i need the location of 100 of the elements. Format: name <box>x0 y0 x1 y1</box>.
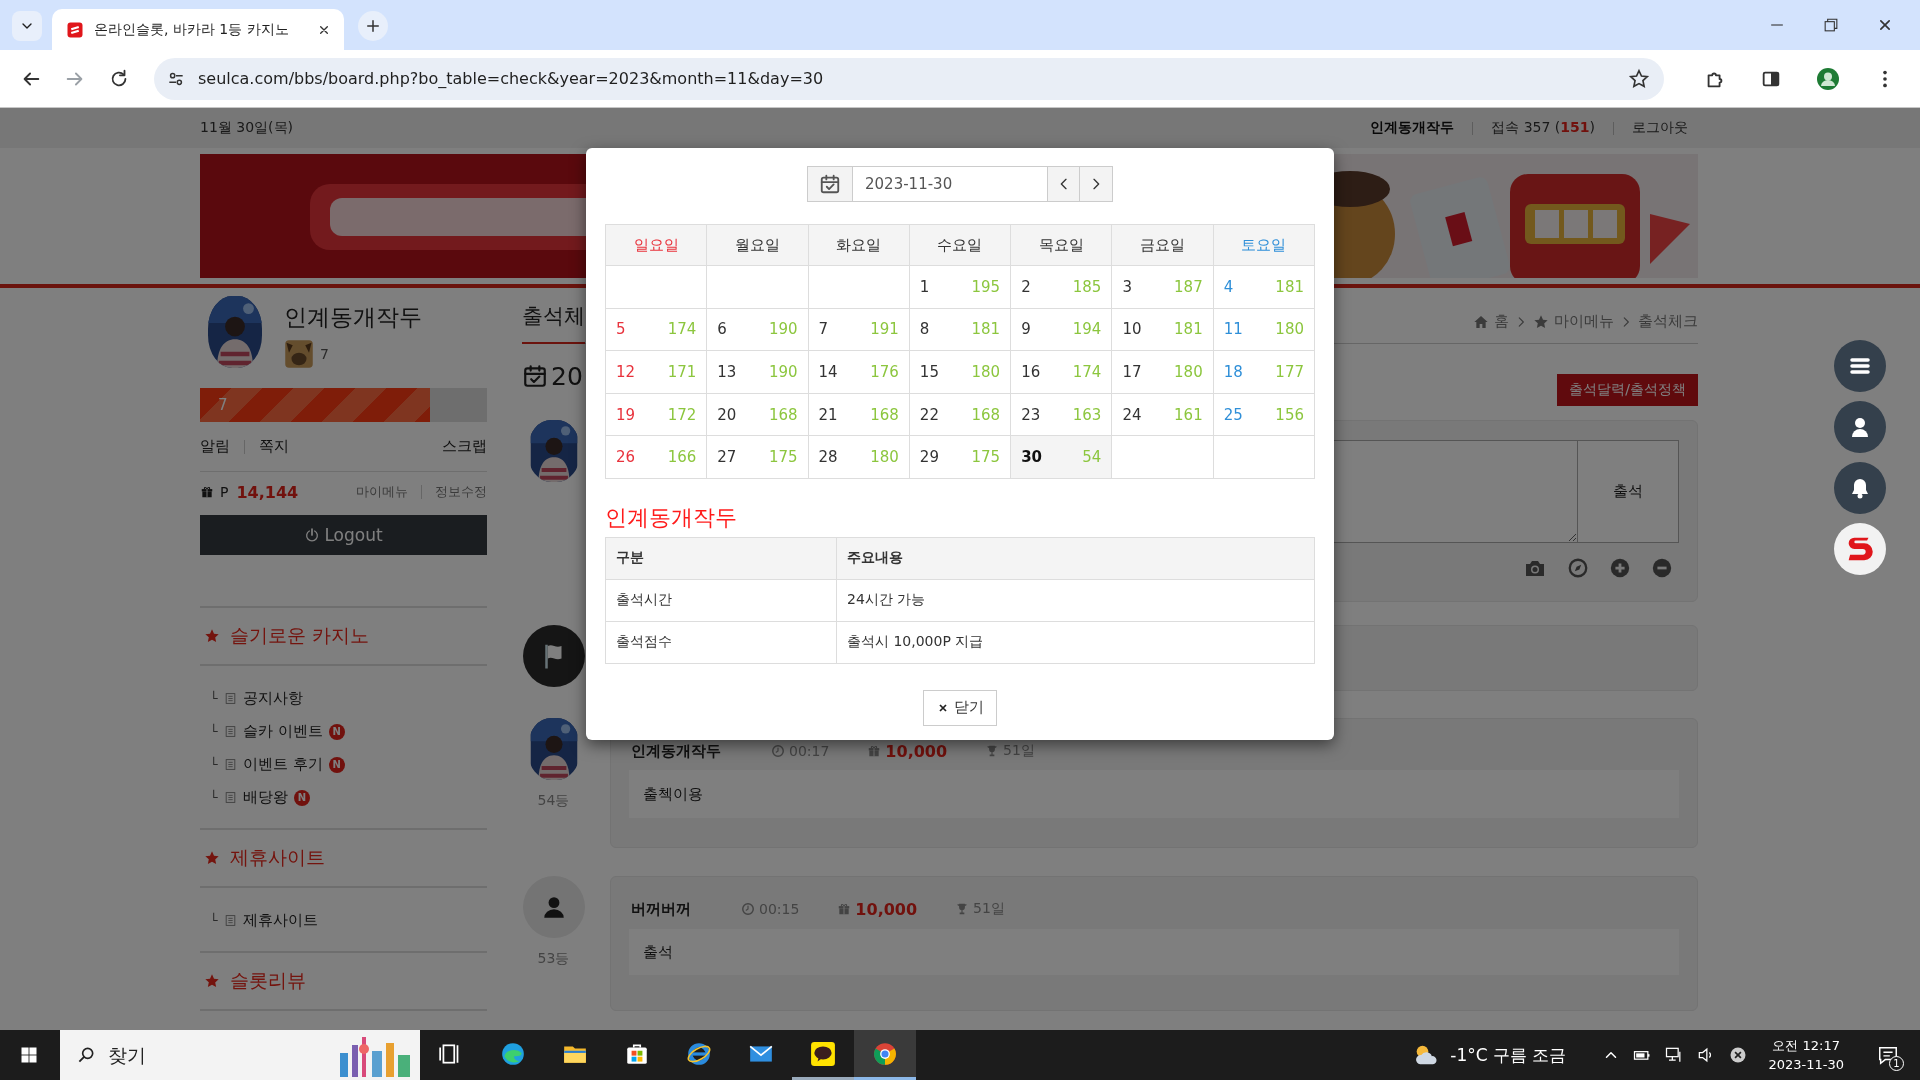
close-icon <box>936 701 949 714</box>
date-field[interactable]: 2023-11-30 <box>853 166 1047 202</box>
calendar-cell[interactable]: 12 171 <box>605 350 707 394</box>
calendar-cell[interactable]: 26 166 <box>605 435 707 479</box>
attendance-count: 166 <box>667 448 697 467</box>
day-number: 20 <box>717 405 737 424</box>
new-tab-button[interactable] <box>358 11 388 41</box>
calendar-cell[interactable]: 28 180 <box>808 435 910 479</box>
attendance-count: 185 <box>1072 277 1102 296</box>
calendar-cell[interactable]: 19 172 <box>605 393 707 436</box>
taskbar-button[interactable] <box>854 1030 916 1080</box>
calendar-cell[interactable]: 27 175 <box>706 435 809 479</box>
search-input[interactable]: 찾기 <box>106 1043 320 1067</box>
menu-item[interactable]: 공지사항 <box>242 689 303 708</box>
browser-tab[interactable]: 온라인슬롯, 바카라 1등 카지노 <box>52 9 344 50</box>
menu-item[interactable]: 슬카 이벤트 <box>242 722 323 741</box>
avatar-icon[interactable] <box>1816 66 1840 91</box>
calendar-cell[interactable]: 24 161 <box>1111 393 1214 436</box>
calendar-button[interactable] <box>807 166 853 202</box>
calendar-cell[interactable]: 23 163 <box>1010 393 1112 436</box>
logo-button[interactable] <box>1834 523 1886 575</box>
policy-button[interactable]: 출석달력/출석정책 <box>1557 374 1698 406</box>
submit-button[interactable]: 출석 <box>1578 440 1679 543</box>
weather-text[interactable]: -1°C 구름 조금 <box>1450 1043 1567 1067</box>
menu-item[interactable]: 이벤트 후기 <box>242 755 323 774</box>
calendar-cell[interactable]: 8 181 <box>909 308 1011 351</box>
logout-link[interactable]: 로그아웃 <box>1632 119 1688 137</box>
calendar-cell[interactable]: 22 168 <box>909 393 1011 436</box>
visitor-count: 접속 357 (151) <box>1491 119 1595 137</box>
level-badge-icon <box>284 339 314 369</box>
attendance-count: 194 <box>1072 320 1102 339</box>
calendar-cell[interactable]: 13 190 <box>706 350 809 394</box>
profile-link[interactable]: 쪽지 <box>259 437 289 456</box>
home-icon <box>1473 313 1489 330</box>
calendar-cell[interactable]: 1 195 <box>909 265 1011 309</box>
day-number: 30 <box>1021 448 1042 467</box>
search-icon[interactable] <box>76 1045 96 1065</box>
document-icon <box>223 758 237 771</box>
calendar-cell[interactable]: 7 191 <box>808 308 910 351</box>
calendar-cell[interactable]: 20 168 <box>706 393 809 436</box>
browser-icon <box>872 1040 898 1067</box>
notification-icon[interactable] <box>1877 1044 1899 1066</box>
bell-button[interactable] <box>1834 462 1886 514</box>
tree-branch: └ <box>210 913 218 928</box>
attendance-count: 174 <box>667 320 697 339</box>
calendar-cell[interactable]: 16 174 <box>1010 350 1112 394</box>
calendar-cell[interactable]: 29 175 <box>909 435 1011 479</box>
attendance-count: 54 <box>1082 448 1102 467</box>
attendance-count: 163 <box>1072 405 1102 424</box>
calendar-cell[interactable]: 21 168 <box>808 393 910 436</box>
document-icon <box>223 725 237 738</box>
day-number: 19 <box>616 405 636 424</box>
calendar-cell[interactable]: 5 174 <box>605 308 707 351</box>
calendar-cell[interactable]: 4 181 <box>1213 265 1315 309</box>
search-field[interactable]: 찾기 <box>60 1030 420 1080</box>
logout-button[interactable]: Logout <box>200 515 487 555</box>
scrap-link[interactable]: 스크랩 <box>442 437 487 456</box>
points-value: 10,000 <box>885 741 948 761</box>
day-number: 12 <box>616 363 636 381</box>
date-text: 11월 30일(목) <box>200 119 293 137</box>
day-number: 26 <box>616 448 636 467</box>
profile-name: 인계동개작두 <box>284 303 422 332</box>
menu-item[interactable]: 배당왕 <box>242 788 288 807</box>
plus-icon[interactable] <box>1609 557 1631 579</box>
day-number: 15 <box>919 363 939 381</box>
bookmark-star-icon[interactable] <box>1628 67 1650 90</box>
calendar-cell[interactable]: 18 177 <box>1213 350 1315 394</box>
clock-time[interactable]: 오전 12:17 <box>1772 1036 1840 1055</box>
calendar-cell[interactable]: 3 187 <box>1111 265 1214 309</box>
trophy-icon <box>985 744 1000 758</box>
calendar-cell[interactable]: 9 194 <box>1010 308 1112 351</box>
user-button[interactable] <box>1834 401 1886 453</box>
tab-search-button[interactable] <box>12 11 42 41</box>
menu-button[interactable] <box>1834 340 1886 392</box>
chat-icon <box>810 1040 836 1067</box>
document-icon <box>223 692 237 705</box>
new-badge: N <box>328 723 345 740</box>
day-number: 4 <box>1223 277 1234 296</box>
calendar-cell[interactable]: 17 180 <box>1111 350 1214 394</box>
compass-icon[interactable] <box>1567 557 1589 579</box>
profile-link[interactable]: 알림 <box>200 437 230 456</box>
calendar-cell[interactable]: 14 176 <box>808 350 910 394</box>
attendance-count: 180 <box>1275 320 1304 339</box>
calendar-cell[interactable]: 10 181 <box>1111 308 1214 351</box>
menu-item[interactable]: 제휴사이트 <box>242 911 318 930</box>
tree-branch: └ <box>210 790 218 805</box>
clock-date[interactable]: 2023-11-30 <box>1768 1055 1844 1074</box>
start-icon[interactable] <box>19 1045 39 1065</box>
attendance-count: 191 <box>870 320 899 339</box>
calendar-cell[interactable]: 30 54 <box>1010 435 1112 479</box>
attendance-count: 190 <box>768 363 798 381</box>
calendar-cell[interactable]: 15 180 <box>909 350 1011 394</box>
close-button[interactable]: 닫기 <box>923 689 997 726</box>
day-number: 16 <box>1021 363 1041 381</box>
address-field[interactable]: seulca.com/bbs/board.php?bo_table=check&year=2023&month=11&day=30 <box>154 57 1664 100</box>
calendar-cell[interactable]: 2 185 <box>1010 265 1112 309</box>
minus-icon[interactable] <box>1651 557 1673 579</box>
day-number: 22 <box>919 405 939 424</box>
calendar-cell[interactable]: 6 190 <box>706 308 809 351</box>
new-badge: N <box>293 789 310 806</box>
